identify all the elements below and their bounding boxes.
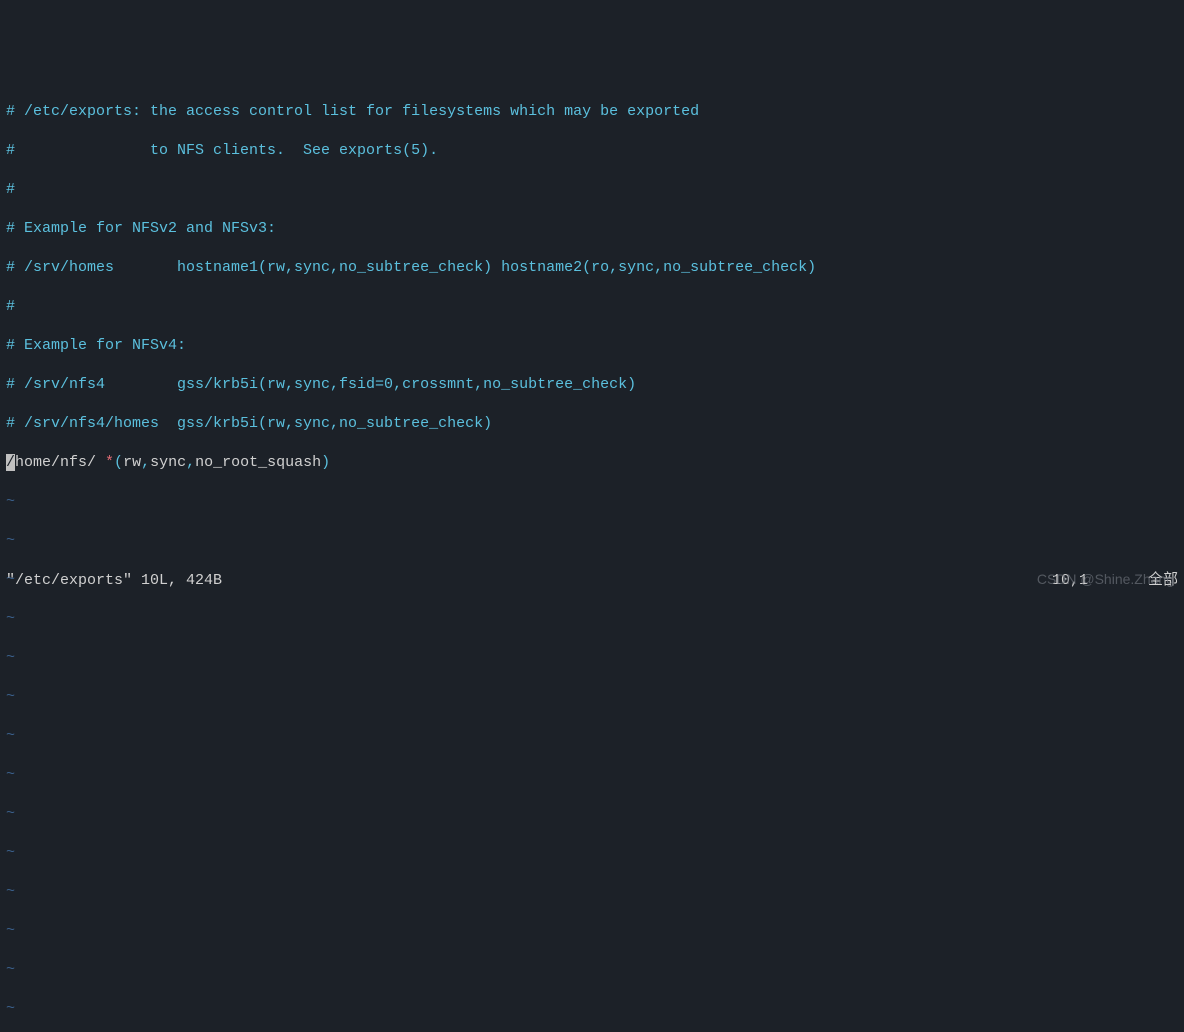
empty-line-tilde: ~ bbox=[6, 999, 1178, 1019]
file-line: # Example for NFSv4: bbox=[6, 336, 1178, 356]
comma: , bbox=[186, 454, 195, 471]
empty-line-tilde: ~ bbox=[6, 492, 1178, 512]
cursor: / bbox=[6, 454, 15, 471]
file-line-active: /home/nfs/ *(rw,sync,no_root_squash) bbox=[6, 453, 1178, 473]
comma: , bbox=[141, 454, 150, 471]
file-line: # to NFS clients. See exports(5). bbox=[6, 141, 1178, 161]
paren-close: ) bbox=[321, 454, 330, 471]
empty-line-tilde: ~ bbox=[6, 726, 1178, 746]
file-line: # /etc/exports: the access control list … bbox=[6, 102, 1178, 122]
vim-status-bar: "/etc/exports" 10L, 424B 10,1 全部 bbox=[6, 571, 1178, 591]
vim-editor[interactable]: # /etc/exports: the access control list … bbox=[0, 78, 1184, 594]
empty-line-tilde: ~ bbox=[6, 765, 1178, 785]
empty-line-tilde: ~ bbox=[6, 609, 1178, 629]
file-line: # /srv/nfs4 gss/krb5i(rw,sync,fsid=0,cro… bbox=[6, 375, 1178, 395]
option: sync bbox=[150, 454, 186, 471]
paren-open: ( bbox=[114, 454, 123, 471]
file-line: # /srv/nfs4/homes gss/krb5i(rw,sync,no_s… bbox=[6, 414, 1178, 434]
empty-line-tilde: ~ bbox=[6, 648, 1178, 668]
file-line: # bbox=[6, 297, 1178, 317]
file-line: # Example for NFSv2 and NFSv3: bbox=[6, 219, 1178, 239]
empty-line-tilde: ~ bbox=[6, 921, 1178, 941]
option: no_root_squash bbox=[195, 454, 321, 471]
option: rw bbox=[123, 454, 141, 471]
path-text: home/nfs/ bbox=[15, 454, 105, 471]
status-filename: "/etc/exports" 10L, 424B bbox=[6, 571, 222, 591]
file-line: # /srv/homes hostname1(rw,sync,no_subtre… bbox=[6, 258, 1178, 278]
empty-line-tilde: ~ bbox=[6, 843, 1178, 863]
file-line: # bbox=[6, 180, 1178, 200]
empty-line-tilde: ~ bbox=[6, 687, 1178, 707]
empty-line-tilde: ~ bbox=[6, 804, 1178, 824]
empty-line-tilde: ~ bbox=[6, 882, 1178, 902]
wildcard: * bbox=[105, 454, 114, 471]
empty-line-tilde: ~ bbox=[6, 531, 1178, 551]
empty-line-tilde: ~ bbox=[6, 960, 1178, 980]
watermark-text: CSDN @Shine.Zhang bbox=[1037, 570, 1174, 588]
